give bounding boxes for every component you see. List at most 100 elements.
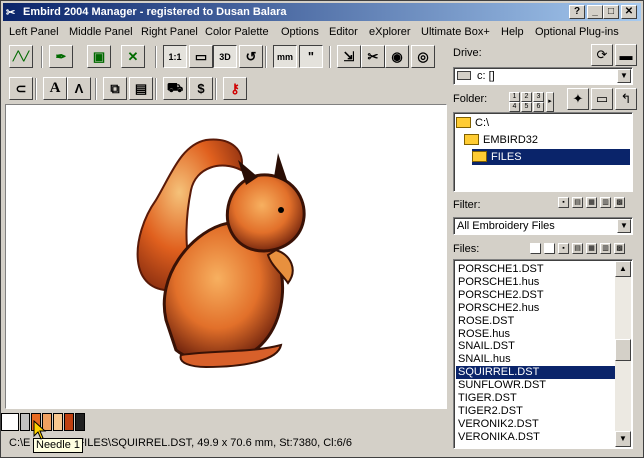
file-list-item[interactable]: VERONIKA.DST xyxy=(456,431,615,444)
file-list-item[interactable]: SUNFLOWR.DST xyxy=(456,379,615,392)
filter-select[interactable]: All Embroidery Files ▼ xyxy=(453,217,633,235)
eye-needle-button[interactable]: ◉ xyxy=(385,45,409,68)
cart-button[interactable]: ⛟ xyxy=(163,77,187,100)
folder-bookmark-6[interactable]: 6 xyxy=(533,102,544,112)
money-bag-button[interactable]: $ xyxy=(189,77,213,100)
maximize-button[interactable]: □ xyxy=(603,5,619,19)
file-list-item[interactable]: SQUIRREL.DST xyxy=(456,366,615,380)
stitch-view-button[interactable]: ╱╲╱ xyxy=(9,45,33,68)
file-list-item[interactable]: PORSCHE1.hus xyxy=(456,276,615,289)
menu-ultimate-box[interactable]: Ultimate Box+ xyxy=(417,23,494,41)
lettering-button[interactable]: A xyxy=(43,77,67,100)
folder-item[interactable]: FILES xyxy=(472,149,630,165)
folder-bookmark-2[interactable]: 2 xyxy=(521,92,532,102)
folder-bookmark-5[interactable]: 5 xyxy=(521,102,532,112)
files-label: Files: xyxy=(453,243,480,255)
color-swatch[interactable] xyxy=(1,413,19,431)
files-view-3[interactable]: ▦ xyxy=(586,243,597,254)
files-view-white-2[interactable] xyxy=(544,243,555,254)
folder-bookmark-1[interactable]: 1 xyxy=(509,92,520,102)
refresh-button[interactable]: ⟳ xyxy=(591,44,613,66)
font-edit-button[interactable]: Ʌ xyxy=(67,77,91,100)
folder-grid-more[interactable]: ▸ xyxy=(546,92,554,112)
file-list-item[interactable]: PORSCHE2.DST xyxy=(456,289,615,302)
scroll-up-button[interactable]: ▲ xyxy=(615,261,631,277)
needle-pen-button[interactable]: ✒ xyxy=(49,45,73,68)
folder-bookmark-3[interactable]: 3 xyxy=(533,92,544,102)
files-view-white-1[interactable] xyxy=(530,243,541,254)
menu-middle-panel[interactable]: Middle Panel xyxy=(65,23,137,41)
help-button[interactable]: ? xyxy=(569,5,585,19)
file-list-item[interactable]: ROSE.hus xyxy=(456,328,615,341)
files-view-2[interactable]: ▤ xyxy=(572,243,583,254)
files-view-4[interactable]: ▥ xyxy=(600,243,611,254)
folder-icon xyxy=(472,151,487,162)
drive-extra-button[interactable]: ▬ xyxy=(615,44,637,66)
filter-view-5[interactable]: ▩ xyxy=(614,197,625,208)
menu-right-panel[interactable]: Right Panel xyxy=(137,23,202,41)
view-3d-button[interactable]: 3D xyxy=(213,45,237,68)
key-icon: ⚷ xyxy=(230,80,240,96)
close-button[interactable]: ✕ xyxy=(621,5,637,19)
filter-view-3[interactable]: ▦ xyxy=(586,197,597,208)
files-view-5[interactable]: ▩ xyxy=(614,243,625,254)
monitor-button[interactable]: ▭ xyxy=(189,45,213,68)
needle-grid-button[interactable]: ✕ xyxy=(121,45,145,68)
color-swatch[interactable] xyxy=(20,413,30,431)
menu-explorer[interactable]: eXplorer xyxy=(365,23,415,41)
export-button[interactable]: ⇲ xyxy=(337,45,361,68)
ruler-inch-button[interactable]: " xyxy=(299,45,323,68)
file-list-item[interactable]: TIGER.DST xyxy=(456,392,615,405)
eye-thread-button[interactable]: ◎ xyxy=(411,45,435,68)
filter-view-2[interactable]: ▤ xyxy=(572,197,583,208)
open-folder-button[interactable]: ▭ xyxy=(591,88,613,110)
scissors-button[interactable]: ✂ xyxy=(361,45,385,68)
filter-view-4[interactable]: ▥ xyxy=(600,197,611,208)
view-1to1-icon: 1:1 xyxy=(168,51,182,62)
filter-dropdown-button[interactable]: ▼ xyxy=(617,219,631,233)
pages-button[interactable]: ▤ xyxy=(129,77,153,100)
file-list-item[interactable]: SNAIL.DST xyxy=(456,340,615,353)
drive-dropdown-button[interactable]: ▼ xyxy=(617,69,631,83)
design-canvas[interactable] xyxy=(5,104,447,409)
key-button[interactable]: ⚷ xyxy=(223,77,247,100)
menu-optional-plugins[interactable]: Optional Plug-ins xyxy=(531,23,623,41)
new-folder-button[interactable]: ✦ xyxy=(567,88,589,110)
file-list-item[interactable]: SNAIL.hus xyxy=(456,353,615,366)
scroll-thumb[interactable] xyxy=(615,339,631,361)
filter-view-1[interactable]: ▪ xyxy=(558,197,569,208)
view-1to1-button[interactable]: 1:1 xyxy=(163,45,187,68)
redraw-button[interactable]: ↺ xyxy=(239,45,263,68)
app-icon: ✂ xyxy=(6,7,16,19)
files-view-1[interactable]: ▪ xyxy=(558,243,569,254)
file-list[interactable]: PORSCHE1.DST PORSCHE1.hus PORSCHE2.DST PORS… xyxy=(453,259,633,449)
hoop-button[interactable]: ⊂ xyxy=(9,77,33,100)
title-bar[interactable]: ✂ Embird 2004 Manager - registered to Du… xyxy=(3,3,641,21)
drive-select[interactable]: c: [] ▼ xyxy=(453,67,633,85)
file-list-item[interactable]: VERONIK2.DST xyxy=(456,418,615,431)
minimize-button[interactable]: _ xyxy=(587,5,603,19)
file-list-item[interactable]: PORSCHE1.DST xyxy=(456,263,615,276)
copy-button[interactable]: ⧉ xyxy=(103,77,127,100)
file-list-scrollbar[interactable]: ▲ ▼ xyxy=(615,261,631,447)
camera-button[interactable]: ▣ xyxy=(87,45,111,68)
monitor-icon: ▭ xyxy=(194,48,208,64)
folder-bookmark-4[interactable]: 4 xyxy=(509,102,520,112)
color-swatch[interactable] xyxy=(75,413,85,431)
file-list-item[interactable]: PORSCHE2.hus xyxy=(456,302,615,315)
menu-help[interactable]: Help xyxy=(497,23,528,41)
folder-tree[interactable]: C:\ EMBIRD32 FILES xyxy=(453,112,633,192)
file-list-item[interactable]: ROSE.DST xyxy=(456,315,615,328)
menu-color-palette[interactable]: Color Palette xyxy=(201,23,273,41)
ruler-mm-button[interactable]: mm xyxy=(273,45,297,68)
menu-left-panel[interactable]: Left Panel xyxy=(5,23,63,41)
scroll-down-button[interactable]: ▼ xyxy=(615,431,631,447)
file-list-item[interactable]: TIGER2.DST xyxy=(456,405,615,418)
folder-item[interactable]: C:\ xyxy=(456,115,493,131)
color-swatch[interactable] xyxy=(53,413,63,431)
menu-options[interactable]: Options xyxy=(277,23,323,41)
folder-item[interactable]: EMBIRD32 xyxy=(464,132,542,148)
parent-folder-button[interactable]: ↰ xyxy=(615,88,637,110)
color-swatch[interactable] xyxy=(64,413,74,431)
menu-editor[interactable]: Editor xyxy=(325,23,362,41)
